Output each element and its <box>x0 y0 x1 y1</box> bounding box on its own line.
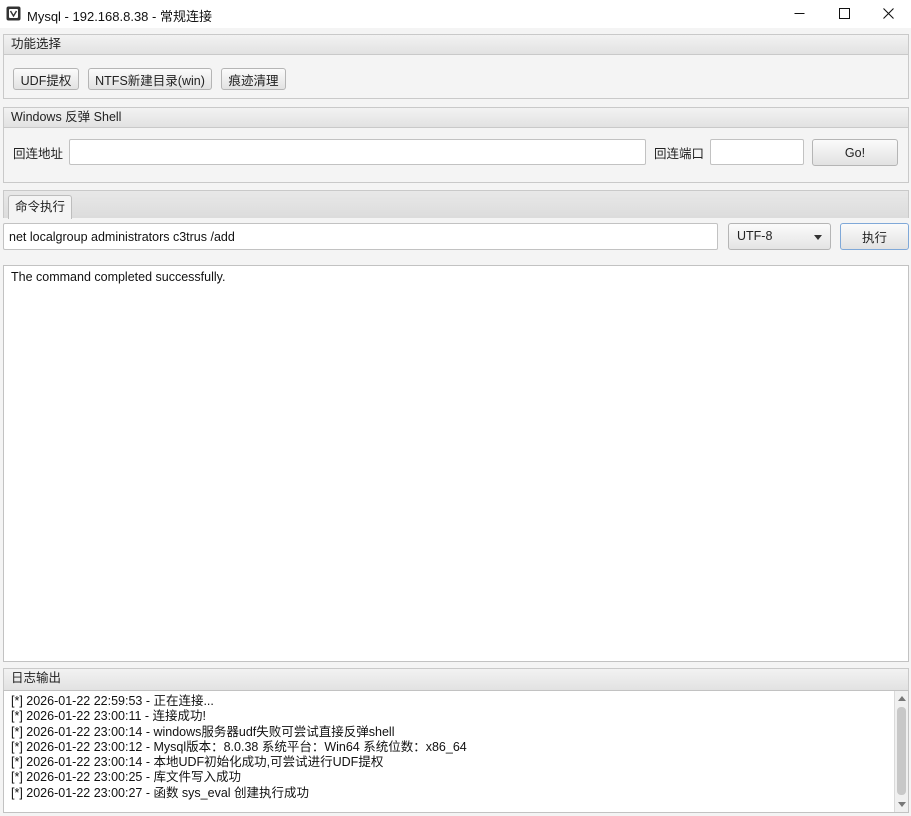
log-line: [*] 2026-01-22 23:00:25 - 库文件写入成功 <box>11 770 241 785</box>
scrollbar-thumb[interactable] <box>897 707 906 795</box>
log-output-area[interactable]: [*] 2026-01-22 22:59:53 - 正在连接... [*] 20… <box>3 690 909 813</box>
command-output-text: The command completed successfully. <box>11 270 226 284</box>
minimize-icon <box>794 7 805 22</box>
log-line: [*] 2026-01-22 22:59:53 - 正在连接... <box>11 694 214 708</box>
callback-address-input[interactable] <box>69 139 646 165</box>
command-output-area[interactable]: The command completed successfully. <box>3 265 909 662</box>
minimize-button[interactable] <box>777 0 822 28</box>
log-line: [*] 2026-01-22 23:00:14 - windows服务器udf失… <box>11 724 395 739</box>
command-tab-bar: 命令执行 <box>3 190 909 219</box>
reverse-shell-panel: Windows 反弹 Shell 回连地址 回连端口 Go! <box>3 107 909 183</box>
trace-cleanup-button[interactable]: 痕迹清理 <box>221 68 286 90</box>
log-scrollbar[interactable] <box>894 691 908 812</box>
scroll-down-icon[interactable] <box>898 802 906 807</box>
callback-address-label: 回连地址 <box>13 147 64 161</box>
close-button[interactable] <box>866 0 911 28</box>
encoding-select[interactable]: UTF-8 <box>728 223 831 250</box>
log-line: [*] 2026-01-22 23:00:11 - 连接成功! <box>11 709 207 724</box>
callback-port-label: 回连端口 <box>654 147 705 161</box>
log-line: [*] 2026-01-22 23:00:14 - 本地UDF初始化成功,可尝试… <box>11 755 384 770</box>
log-list: [*] 2026-01-22 22:59:53 - 正在连接... [*] 20… <box>11 694 467 801</box>
log-panel: 日志输出 <box>3 668 909 690</box>
maximize-button[interactable] <box>822 0 867 28</box>
chevron-down-icon <box>814 235 822 240</box>
function-select-panel: 功能选择 UDF提权 NTFS新建目录(win) 痕迹清理 <box>3 34 909 99</box>
go-button[interactable]: Go! <box>812 139 898 166</box>
ntfs-new-directory-button[interactable]: NTFS新建目录(win) <box>88 68 212 90</box>
log-header: 日志输出 <box>4 669 908 690</box>
maximize-icon <box>839 7 850 22</box>
reverse-shell-header: Windows 反弹 Shell <box>4 108 908 128</box>
close-icon <box>883 7 894 22</box>
title-bar: Mysql - 192.168.8.38 - 常规连接 <box>0 0 911 28</box>
tab-command-execution[interactable]: 命令执行 <box>8 195 73 219</box>
log-line: [*] 2026-01-22 23:00:27 - 函数 sys_eval 创建… <box>11 785 310 800</box>
log-line: [*] 2026-01-22 23:00:12 - Mysql版本：8.0.38… <box>11 739 467 754</box>
scroll-up-icon[interactable] <box>898 696 906 701</box>
udf-privilege-button[interactable]: UDF提权 <box>13 68 79 90</box>
callback-port-input[interactable] <box>710 139 804 165</box>
command-input[interactable] <box>3 223 718 250</box>
app-logo-icon <box>6 6 21 21</box>
function-select-header: 功能选择 <box>4 35 908 55</box>
encoding-value: UTF-8 <box>737 229 773 243</box>
execute-button[interactable]: 执行 <box>840 223 909 250</box>
window-title: Mysql - 192.168.8.38 - 常规连接 <box>27 9 212 24</box>
